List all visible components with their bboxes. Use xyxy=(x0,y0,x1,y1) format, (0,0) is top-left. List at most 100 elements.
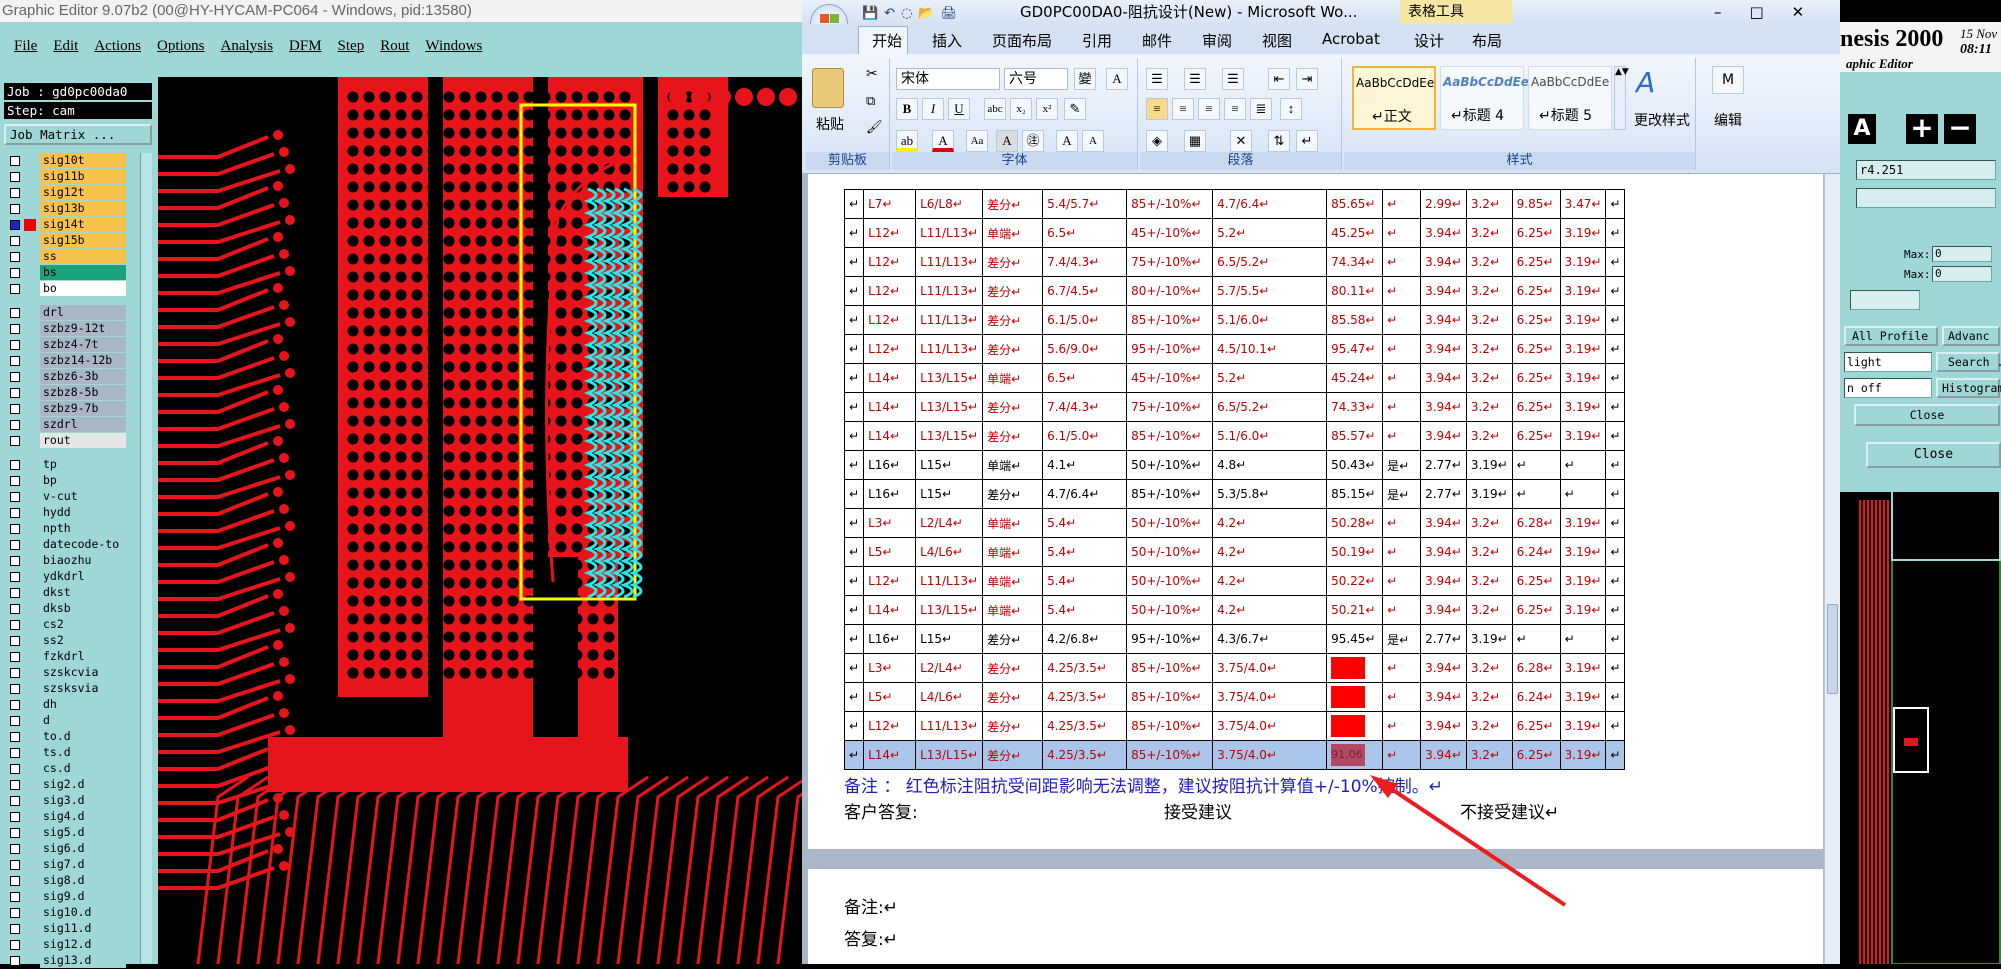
table-cell[interactable]: 5.4↵ xyxy=(1042,566,1128,596)
table-cell[interactable]: 3.75/4.0↵ xyxy=(1212,653,1328,683)
layer-color-swatch[interactable] xyxy=(24,875,36,887)
menu-windows[interactable]: Windows xyxy=(417,38,490,55)
table-cell[interactable]: L12↵ xyxy=(863,247,917,277)
table-cell[interactable]: 4.25/3.5↵ xyxy=(1042,740,1128,770)
table-cell[interactable]: ↵ xyxy=(1382,653,1422,683)
layer-row[interactable]: szbz9-7b xyxy=(4,401,150,417)
layer-name[interactable]: datecode-to xyxy=(40,537,126,552)
table-cell[interactable]: 6.5↵ xyxy=(1042,363,1128,393)
layer-checkbox[interactable] xyxy=(10,940,20,950)
table-cell[interactable]: 3.2↵ xyxy=(1465,189,1513,219)
table-cell[interactable]: 5.3/5.8↵ xyxy=(1212,479,1328,509)
layer-name[interactable]: sig15b xyxy=(40,233,126,248)
char-shading-icon[interactable]: A xyxy=(996,130,1018,152)
table-cell[interactable]: ↵ xyxy=(1382,189,1422,219)
layer-checkbox[interactable] xyxy=(10,476,20,486)
table-cell[interactable]: 差分↵ xyxy=(982,421,1044,451)
table-cell[interactable]: ↵ xyxy=(1382,276,1422,306)
clear-format-icon[interactable]: ✎ xyxy=(1064,98,1086,120)
layer-checkbox[interactable] xyxy=(10,324,20,334)
layer-checkbox[interactable] xyxy=(10,780,20,790)
table-cell[interactable]: 7.4/4.3↵ xyxy=(1042,247,1128,277)
layer-row[interactable]: cs2 xyxy=(4,617,150,633)
accept-option[interactable]: 接受建议 xyxy=(1164,798,1232,823)
layer-color-swatch[interactable] xyxy=(24,475,36,487)
layer-name[interactable]: tp xyxy=(40,457,126,472)
layer-color-swatch[interactable] xyxy=(24,459,36,471)
table-cell[interactable]: 3.94↵ xyxy=(1420,247,1467,277)
layer-name[interactable]: sig12t xyxy=(40,185,126,200)
table-row[interactable]: ↵ L7↵ L6/L8↵ 差分↵ 5.4/5.7↵ 85+/-10%↵ 4.7/6.4↵ 85… xyxy=(843,189,1626,219)
layer-row[interactable]: szbz4-7t xyxy=(4,337,150,353)
document-scrollbar[interactable] xyxy=(1824,174,1840,964)
table-cell[interactable]: 3.19↵ xyxy=(1559,508,1607,538)
table-cell[interactable]: 85.15↵ xyxy=(1326,479,1384,509)
max-field-2[interactable]: 0 xyxy=(1932,266,1992,282)
table-cell[interactable]: 3.94↵ xyxy=(1420,537,1467,567)
table-cell[interactable]: 3.2↵ xyxy=(1465,682,1513,712)
layer-name[interactable]: sig13.d xyxy=(40,953,126,968)
tab-mailings[interactable]: 邮件 xyxy=(1142,30,1172,51)
sort-icon[interactable]: ⇅ xyxy=(1268,130,1290,152)
layer-row[interactable]: datecode-to xyxy=(4,537,150,553)
justify-icon[interactable]: ≡ xyxy=(1224,98,1246,120)
table-cell[interactable]: L2/L4↵ xyxy=(915,653,984,683)
layer-color-swatch[interactable] xyxy=(24,419,36,431)
decrease-indent-icon[interactable]: ⇤ xyxy=(1268,68,1290,90)
layer-row[interactable]: sig9.d xyxy=(4,889,150,905)
table-cell[interactable]: ↵ xyxy=(843,305,865,335)
table-cell[interactable]: 差分↵ xyxy=(982,682,1044,712)
layer-name[interactable]: szbz9-7b xyxy=(40,401,126,416)
table-cell[interactable]: 4.2↵ xyxy=(1212,537,1328,567)
layer-row[interactable]: sig2.d xyxy=(4,777,150,793)
table-cell[interactable]: 6.25↵ xyxy=(1511,421,1561,451)
table-cell[interactable]: ↵ xyxy=(1511,479,1561,509)
layer-row[interactable]: ydkdrl xyxy=(4,569,150,585)
table-cell[interactable]: L14↵ xyxy=(863,392,917,422)
layer-name[interactable]: ydkdrl xyxy=(40,569,126,584)
table-cell[interactable]: 45+/-10%↵ xyxy=(1126,363,1214,393)
format-painter-icon[interactable]: 🖌 xyxy=(866,120,883,135)
table-cell[interactable]: 3.19↵ xyxy=(1559,247,1607,277)
layer-row[interactable]: sig10t xyxy=(4,153,150,169)
change-styles-icon[interactable]: A xyxy=(1636,66,1655,99)
table-row[interactable]: ↵ L14↵ L13/L15↵ 单端↵ 5.4↵ 50+/-10%↵ 4.2↵ 50.21↵ ↵… xyxy=(843,595,1626,625)
layer-color-swatch[interactable] xyxy=(24,747,36,759)
layer-checkbox[interactable] xyxy=(10,812,20,822)
reject-option[interactable]: 不接受建议↵ xyxy=(1460,798,1559,823)
layer-color-swatch[interactable] xyxy=(24,843,36,855)
table-cell[interactable]: 3.94↵ xyxy=(1420,392,1467,422)
layer-name[interactable]: szbz6-3b xyxy=(40,369,126,384)
change-case-icon[interactable]: Aa xyxy=(966,130,988,152)
table-cell[interactable]: 6.28↵ xyxy=(1511,508,1561,538)
table-cell[interactable]: 85+/-10%↵ xyxy=(1126,653,1214,683)
layer-name[interactable]: szbz9-12t xyxy=(40,321,126,336)
font-name-select[interactable]: 宋体 xyxy=(896,68,1000,90)
table-cell[interactable]: L11/L13↵ xyxy=(915,334,984,364)
table-cell[interactable]: 6.25↵ xyxy=(1511,334,1561,364)
layer-row[interactable]: szbz6-3b xyxy=(4,369,150,385)
table-row[interactable]: ↵ L3↵ L2/L4↵ 差分↵ 4.25/3.5↵ 85+/-10%↵ 3.75/4.0↵… xyxy=(843,653,1626,683)
table-cell[interactable]: 75+/-10%↵ xyxy=(1126,392,1214,422)
table-cell[interactable]: 3.94↵ xyxy=(1420,653,1467,683)
layer-color-swatch[interactable] xyxy=(24,203,36,215)
layer-row[interactable]: sig4.d xyxy=(4,809,150,825)
table-cell[interactable]: 3.47↵ xyxy=(1559,189,1607,219)
tab-design[interactable]: 设计 xyxy=(1414,30,1444,51)
asian-layout-icon[interactable]: ✕ xyxy=(1230,130,1252,152)
table-cell[interactable]: 2.99↵ xyxy=(1420,189,1467,219)
layer-checkbox[interactable] xyxy=(10,716,20,726)
borders-icon[interactable]: ▦ xyxy=(1184,130,1206,152)
layer-color-swatch[interactable] xyxy=(24,355,36,367)
table-cell[interactable]: ↵ xyxy=(1382,740,1422,770)
table-cell[interactable]: 2.77↵ xyxy=(1420,479,1467,509)
layer-name[interactable]: d xyxy=(40,713,126,728)
bold-icon[interactable]: B xyxy=(896,98,918,120)
layer-color-swatch[interactable] xyxy=(24,323,36,335)
table-cell[interactable]: 3.2↵ xyxy=(1465,247,1513,277)
small-field[interactable] xyxy=(1850,290,1920,310)
table-cell[interactable]: 3.19↵ xyxy=(1559,218,1607,248)
table-cell[interactable]: 6.7/4.5↵ xyxy=(1042,276,1128,306)
show-marks-icon[interactable]: ↵ xyxy=(1296,130,1318,152)
layer-color-swatch[interactable] xyxy=(24,339,36,351)
